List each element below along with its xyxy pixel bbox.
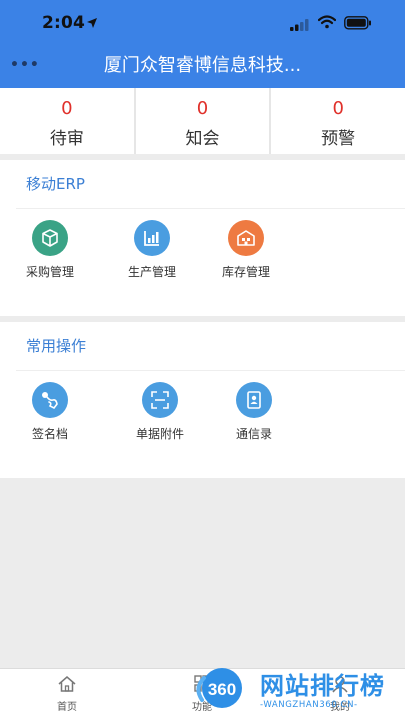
box-icon: [32, 220, 68, 256]
watermark-subtitle: -WANGZHAN360.CN-: [260, 700, 358, 710]
battery-icon: [344, 15, 372, 34]
scan-icon: [142, 382, 178, 418]
status-bar: 2:04: [0, 0, 405, 44]
stat-count: 0: [61, 98, 73, 119]
purchase-management-button[interactable]: 采购管理: [0, 220, 100, 280]
grid-label: 库存管理: [221, 265, 270, 279]
nav-home[interactable]: 首页: [37, 675, 97, 713]
mobile-erp-section: 移动ERP 采购管理 生产管理 库存管理: [0, 160, 405, 316]
common-operations-section: 常用操作 签名档 单据附件 通信录: [0, 322, 405, 478]
stat-count: 0: [196, 98, 209, 119]
stat-count: 0: [332, 98, 344, 119]
signature-button[interactable]: 签名档: [0, 382, 100, 442]
stat-label: 预警: [321, 129, 356, 149]
stat-label: 待审: [49, 129, 84, 149]
grid-label: 生产管理: [127, 265, 176, 279]
document-attachment-button[interactable]: 单据附件: [110, 382, 210, 442]
grid-label: 单据附件: [135, 427, 184, 441]
page-title: 厦门众智睿博信息科技...: [103, 55, 302, 76]
chart-icon: [134, 220, 170, 256]
contacts-icon: [236, 382, 272, 418]
stat-warning[interactable]: 0 预警: [271, 88, 405, 154]
grid-label: 采购管理: [25, 265, 74, 279]
status-time: 2:04: [42, 13, 86, 33]
warehouse-icon: [228, 220, 264, 256]
stat-notify[interactable]: 0 知会: [136, 88, 272, 154]
inventory-management-button[interactable]: 库存管理: [196, 220, 296, 280]
section-title: 移动ERP: [26, 175, 85, 193]
location-arrow-icon: [86, 14, 98, 33]
grid-label: 签名档: [31, 427, 68, 441]
signature-icon: [32, 382, 68, 418]
wifi-icon: [317, 14, 337, 33]
divider: [16, 370, 405, 371]
grid-label: 通信录: [235, 427, 272, 441]
section-title: 常用操作: [26, 337, 87, 355]
watermark-title: 网站排行榜: [260, 672, 385, 700]
signal-icon: [290, 16, 310, 35]
divider: [16, 208, 405, 209]
stat-pending-review[interactable]: 0 待审: [0, 88, 136, 154]
production-management-button[interactable]: 生产管理: [102, 220, 202, 280]
stat-label: 知会: [185, 129, 220, 149]
watermark-logo: 360: [196, 668, 242, 708]
title-bar: ••• 厦门众智睿博信息科技...: [0, 44, 405, 88]
stats-bar: 0 待审 0 知会 0 预警: [0, 88, 405, 154]
more-icon[interactable]: •••: [10, 58, 39, 72]
watermark-badge-text: 360: [208, 680, 236, 699]
watermark: 360 网站排行榜 -WANGZHAN360.CN-: [192, 658, 405, 720]
contacts-button[interactable]: 通信录: [204, 382, 304, 442]
home-icon: [58, 676, 76, 692]
nav-label: 首页: [57, 702, 77, 713]
